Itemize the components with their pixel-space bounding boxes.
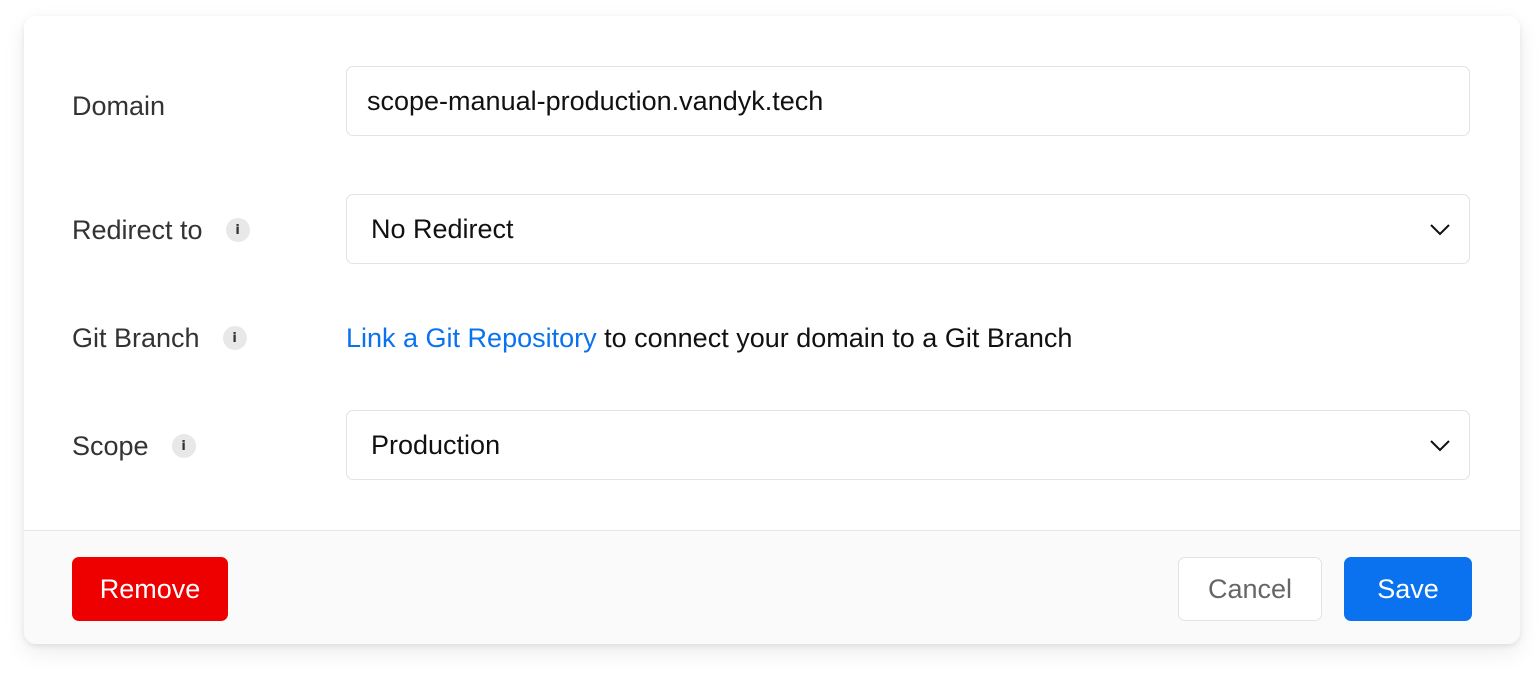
git-branch-suffix: to connect your domain to a Git Branch (596, 323, 1073, 353)
domain-label-text: Domain (72, 90, 166, 121)
card-footer: Remove Cancel Save (24, 530, 1520, 644)
domain-input[interactable]: scope-manual-production.vandyk.tech (346, 66, 1470, 136)
cancel-button[interactable]: Cancel (1178, 557, 1322, 621)
redirect-label-text: Redirect to (72, 214, 203, 245)
git-branch-label-text: Git Branch (72, 322, 200, 353)
git-branch-label: Git Branch i (72, 320, 247, 356)
git-branch-message: Link a Git Repository to connect your do… (346, 320, 1072, 356)
scope-select[interactable]: Production (346, 410, 1470, 480)
domain-settings-card: Domain scope-manual-production.vandyk.te… (24, 16, 1520, 644)
remove-button[interactable]: Remove (72, 557, 228, 621)
chevron-down-icon (1430, 224, 1450, 236)
redirect-select[interactable]: No Redirect (346, 194, 1470, 264)
link-git-repository-link[interactable]: Link a Git Repository (346, 323, 597, 353)
scope-select-value: Production (371, 429, 501, 460)
info-icon[interactable]: i (225, 218, 250, 242)
domain-label: Domain (72, 88, 165, 124)
domain-input-value: scope-manual-production.vandyk.tech (367, 85, 824, 116)
info-icon[interactable]: i (222, 326, 247, 350)
chevron-down-icon (1430, 440, 1450, 452)
redirect-select-value: No Redirect (371, 213, 514, 244)
scope-label-text: Scope (72, 430, 149, 461)
info-icon[interactable]: i (171, 434, 196, 458)
scope-label: Scope i (72, 428, 196, 464)
save-button[interactable]: Save (1344, 557, 1472, 621)
redirect-label: Redirect to i (72, 212, 250, 248)
